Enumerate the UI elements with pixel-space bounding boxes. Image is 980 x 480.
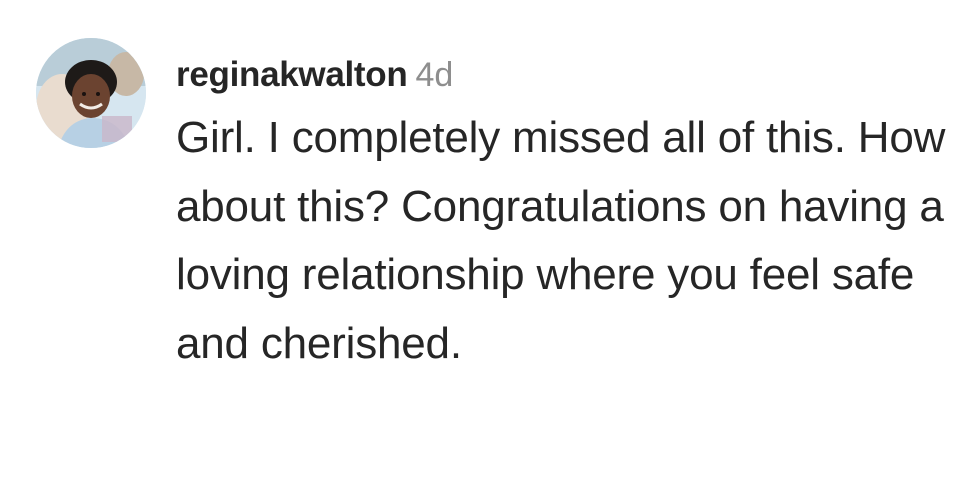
comment-item: reginakwalton 4d Girl. I completely misse… bbox=[36, 38, 956, 458]
avatar[interactable] bbox=[36, 38, 146, 148]
comment-text: Girl. I completely missed all of this. H… bbox=[176, 113, 946, 368]
comment-body: reginakwalton 4d Girl. I completely misse… bbox=[176, 52, 946, 378]
comment-meta: reginakwalton 4d bbox=[176, 52, 946, 98]
comment-timestamp[interactable]: 4d bbox=[415, 56, 453, 94]
username-link[interactable]: reginakwalton bbox=[176, 55, 408, 94]
profile-photo bbox=[36, 38, 146, 148]
